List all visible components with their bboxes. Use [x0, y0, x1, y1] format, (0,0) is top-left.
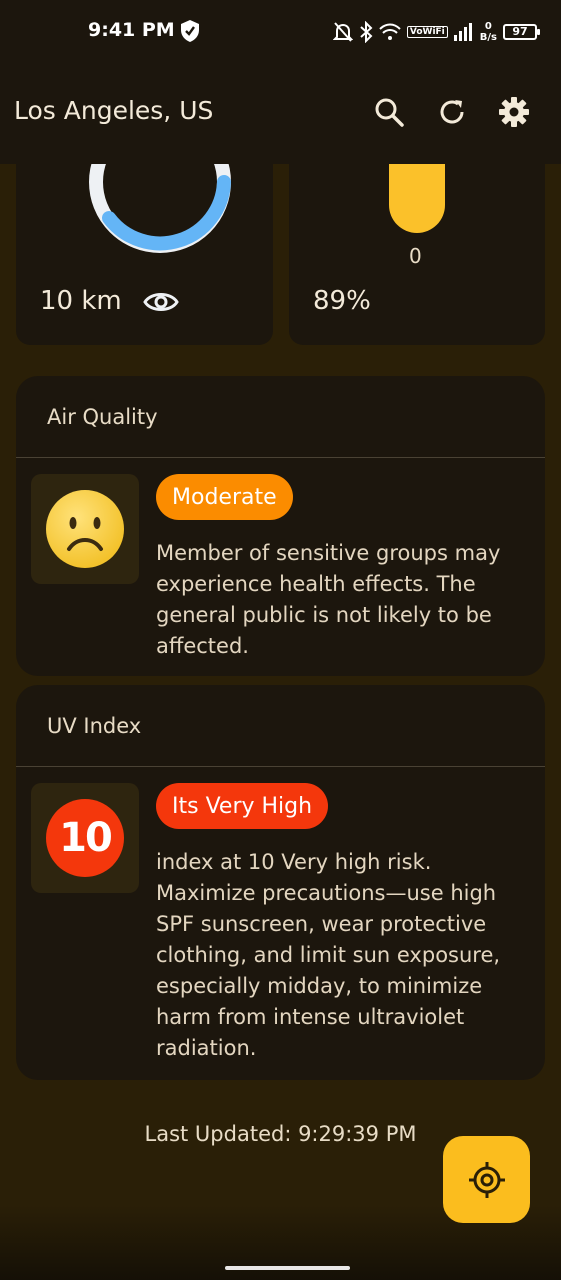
- gear-icon: [499, 97, 529, 127]
- uv-index-value: 10: [59, 815, 113, 861]
- uv-index-icon-box: 10: [31, 783, 139, 893]
- air-quality-description: Member of sensitive groups may experienc…: [156, 541, 501, 658]
- humidity-bar-label: 0: [409, 244, 422, 268]
- humidity-value: 89%: [313, 286, 371, 316]
- eye-icon: [143, 293, 179, 311]
- locate-icon: [468, 1161, 505, 1198]
- uv-index-title: UV Index: [16, 685, 545, 767]
- uv-index-card: UV Index 10 Its Very High index at 10 Ve…: [16, 685, 545, 1080]
- net-speed-value: 0: [484, 21, 492, 32]
- status-icons: VoWiFi 0 B/s 97: [332, 18, 540, 46]
- search-icon: [375, 98, 404, 127]
- air-quality-title: Air Quality: [16, 376, 545, 458]
- page-title: Los Angeles, US: [14, 96, 214, 125]
- wifi-icon: [379, 23, 401, 40]
- uv-index-description: index at 10 Very high risk. Maximize pre…: [156, 850, 501, 1060]
- bluetooth-icon: [360, 21, 373, 43]
- air-quality-badge: Moderate: [156, 474, 293, 520]
- net-speed-unit: B/s: [479, 32, 497, 43]
- uv-index-badge-circle: 10: [46, 799, 124, 877]
- refresh-icon: [440, 100, 464, 124]
- net-speed: 0 B/s: [480, 21, 497, 43]
- signal-icon: [453, 23, 472, 41]
- refresh-button[interactable]: [432, 92, 472, 132]
- shield-check-icon: [181, 20, 199, 42]
- air-quality-card: Air Quality Moderate Member of sensitive…: [16, 376, 545, 676]
- bell-off-icon: [332, 22, 353, 42]
- settings-button[interactable]: [494, 92, 534, 132]
- status-time: 9:41 PM: [88, 19, 175, 41]
- app-header: 9:41 PM VoWiFi 0 B/s 97 Los Angeles, US: [0, 0, 561, 164]
- locate-button[interactable]: [443, 1136, 530, 1223]
- air-quality-icon-box: [31, 474, 139, 584]
- uv-index-badge: Its Very High: [156, 783, 329, 829]
- home-indicator[interactable]: [225, 1266, 350, 1270]
- sad-face-icon: [46, 490, 124, 568]
- status-bar: 9:41 PM VoWiFi 0 B/s 97: [0, 0, 561, 64]
- search-button[interactable]: [369, 92, 409, 132]
- battery-indicator: 97: [503, 24, 540, 40]
- visibility-value: 10 km: [40, 286, 122, 316]
- vowifi-label: VoWiFi: [406, 26, 448, 38]
